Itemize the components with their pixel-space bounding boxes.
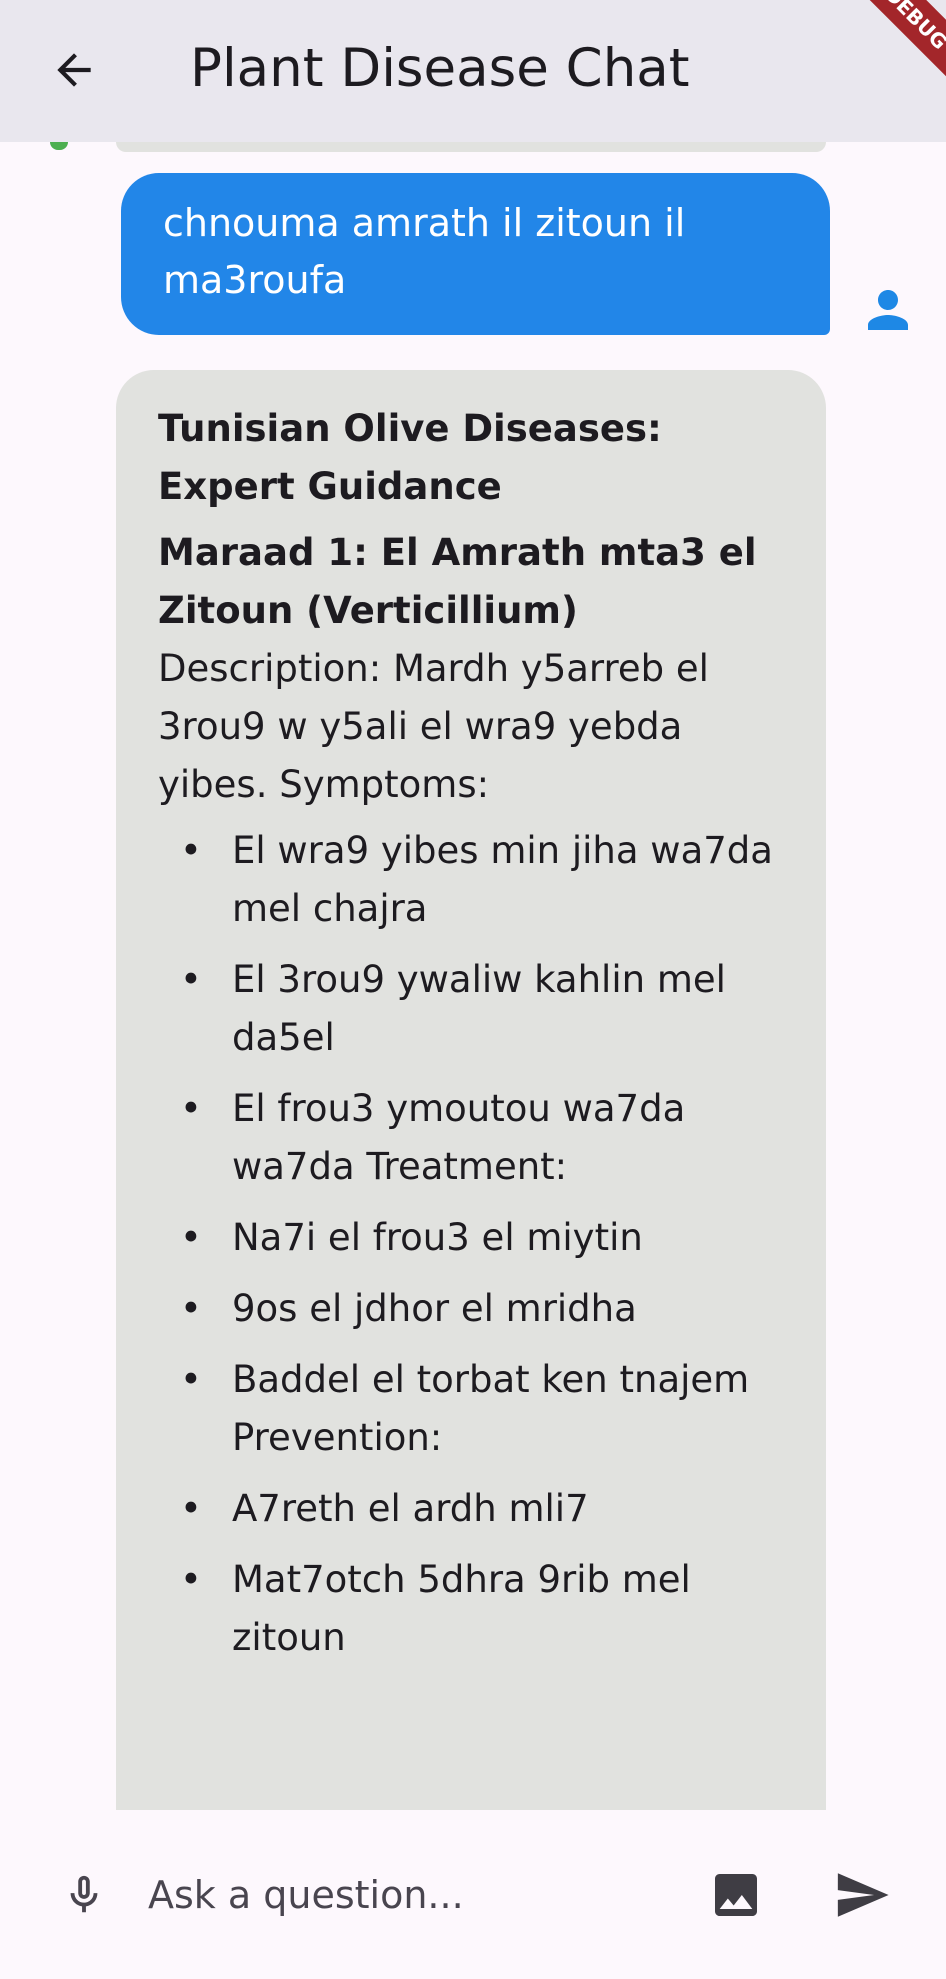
- bullet-glyph: •: [180, 1558, 202, 1601]
- voice-input-button[interactable]: [56, 1867, 112, 1923]
- bullet-glyph: •: [180, 1358, 202, 1401]
- user-avatar: [858, 280, 918, 340]
- list-item: • Baddel el torbat ken tnajem Prevention:: [158, 1351, 790, 1467]
- send-icon: [837, 1873, 889, 1917]
- bullet-glyph: •: [180, 1087, 202, 1130]
- attach-image-button[interactable]: [706, 1865, 766, 1925]
- bot-message-bubble: Tunisian Olive Diseases: Expert Guidance…: [116, 370, 826, 1810]
- user-message-text: chnouma amrath il zitoun il ma3roufa: [163, 201, 686, 302]
- list-item: • A7reth el ardh mli7: [158, 1480, 790, 1538]
- question-input[interactable]: [148, 1860, 688, 1930]
- list-item-text: Baddel el torbat ken tnajem Prevention:: [232, 1358, 750, 1459]
- app-bar: Plant Disease Chat DEBUG: [0, 0, 946, 142]
- list-item: • El frou3 ymoutou wa7da wa7da Treatment:: [158, 1080, 790, 1196]
- person-icon: [868, 290, 908, 330]
- message-input-bar: [0, 1810, 946, 1979]
- list-item-text: 9os el jdhor el mridha: [232, 1287, 637, 1330]
- chat-screen: Plant Disease Chat DEBUG chnouma amrath …: [0, 0, 946, 1979]
- image-icon: [715, 1874, 757, 1916]
- bullet-glyph: •: [180, 1487, 202, 1530]
- page-title: Plant Disease Chat: [190, 38, 690, 99]
- bullet-glyph: •: [180, 829, 202, 872]
- bot-message-description: Description: Mardh y5arreb el 3rou9 w y5…: [158, 647, 709, 806]
- list-item-text: El 3rou9 ywaliw kahlin mel da5el: [232, 958, 726, 1059]
- list-item-text: El wra9 yibes min jiha wa7da mel chajra: [232, 829, 773, 930]
- send-button[interactable]: [830, 1865, 894, 1925]
- list-item-text: El frou3 ymoutou wa7da wa7da Treatment:: [232, 1087, 686, 1188]
- bullet-glyph: •: [180, 1216, 202, 1259]
- list-item-text: Mat7otch 5dhra 9rib mel zitoun: [232, 1558, 691, 1659]
- list-item-text: Na7i el frou3 el miytin: [232, 1216, 643, 1259]
- user-message-bubble: chnouma amrath il zitoun il ma3roufa: [121, 173, 830, 335]
- list-item: • Na7i el frou3 el miytin: [158, 1209, 790, 1267]
- bot-message-subheading: Maraad 1: El Amrath mta3 el Zitoun (Vert…: [158, 531, 757, 632]
- mic-icon: [70, 1875, 98, 1913]
- previous-message-bubble: [116, 142, 826, 152]
- bullet-glyph: •: [180, 958, 202, 1001]
- list-item: • Mat7otch 5dhra 9rib mel zitoun: [158, 1551, 790, 1667]
- bot-bullet-list: • El wra9 yibes min jiha wa7da mel chajra…: [158, 822, 790, 1667]
- list-item: • 9os el jdhor el mridha: [158, 1280, 790, 1338]
- list-item: • El 3rou9 ywaliw kahlin mel da5el: [158, 951, 790, 1067]
- debug-banner: DEBUG: [852, 0, 946, 82]
- arrow-back-icon: [57, 53, 91, 87]
- back-button[interactable]: [36, 32, 112, 108]
- list-item-text: A7reth el ardh mli7: [232, 1487, 589, 1530]
- bullet-glyph: •: [180, 1287, 202, 1330]
- list-item: • El wra9 yibes min jiha wa7da mel chajra: [158, 822, 790, 938]
- bot-avatar-icon: [50, 142, 68, 150]
- message-list[interactable]: chnouma amrath il zitoun il ma3roufa Tun…: [0, 142, 946, 1810]
- bot-message-heading: Tunisian Olive Diseases: Expert Guidance: [158, 407, 662, 508]
